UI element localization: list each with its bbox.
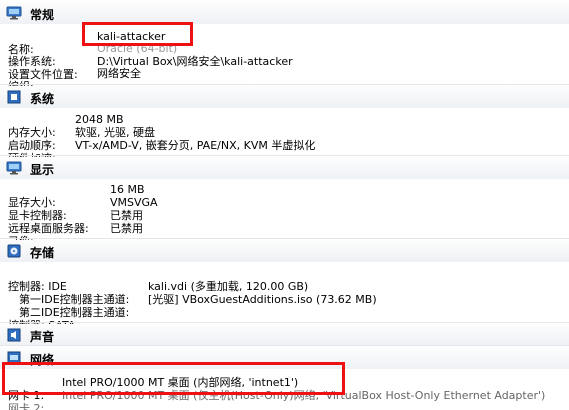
display-section-header[interactable]: 显示: [0, 157, 569, 179]
monitor-icon: [6, 161, 22, 175]
row-value: 已禁用: [110, 222, 143, 235]
row-value: 网络安全: [97, 67, 141, 80]
row-value: 已禁用: [110, 209, 143, 222]
row-value: [光驱] VBoxGuestAdditions.iso (73.62 MB): [148, 293, 377, 306]
row-value: 软驱, 光驱, 硬盘: [75, 126, 155, 139]
section-divider: [0, 155, 569, 156]
highlight-box-name: [82, 22, 193, 46]
row-label: 内存大小:: [8, 126, 56, 139]
row-value: VMSVGA: [110, 196, 158, 209]
section-divider: [0, 238, 569, 239]
system-section-title: 系统: [30, 92, 55, 106]
row-label: 显存大小:: [8, 196, 56, 209]
general-section-header[interactable]: 常规: [0, 2, 569, 24]
section-divider: [0, 345, 569, 346]
audio-section-title: 声音: [30, 330, 55, 344]
row-label: 显卡控制器:: [8, 209, 67, 222]
row-label: 第二IDE控制器主通道:: [19, 306, 130, 319]
section-divider: [0, 322, 569, 323]
system-section-header[interactable]: 系统: [0, 86, 569, 108]
audio-section-header[interactable]: 声音: [0, 324, 569, 346]
row-label: 第一IDE控制器主通道:: [19, 293, 130, 306]
row-label: 启动顺序:: [8, 139, 56, 152]
chip-icon: [7, 90, 21, 104]
section-divider: [0, 84, 569, 85]
monitor-icon: [6, 6, 22, 20]
disk-icon: [7, 244, 21, 258]
row-label: 操作系统:: [8, 55, 56, 68]
row-label: 控制器: IDE: [8, 280, 67, 293]
storage-section-title: 存储: [30, 246, 55, 260]
row-value: kali.vdi (多重加载, 120.00 GB): [148, 280, 309, 293]
general-section-title: 常规: [30, 8, 55, 22]
row-value: 16 MB: [110, 183, 145, 196]
display-section-title: 显示: [30, 163, 55, 177]
storage-section-header[interactable]: 存储: [0, 240, 569, 262]
speaker-icon: [7, 328, 21, 342]
highlight-box-adapter: [2, 362, 345, 395]
row-value: 2048 MB: [75, 113, 124, 126]
row-label: 远程桌面服务器:: [8, 222, 89, 235]
row-label: 网卡 2:: [8, 402, 45, 410]
row-value: VT-x/AMD-V, 嵌套分页, PAE/NX, KVM 半虚拟化: [75, 139, 316, 152]
